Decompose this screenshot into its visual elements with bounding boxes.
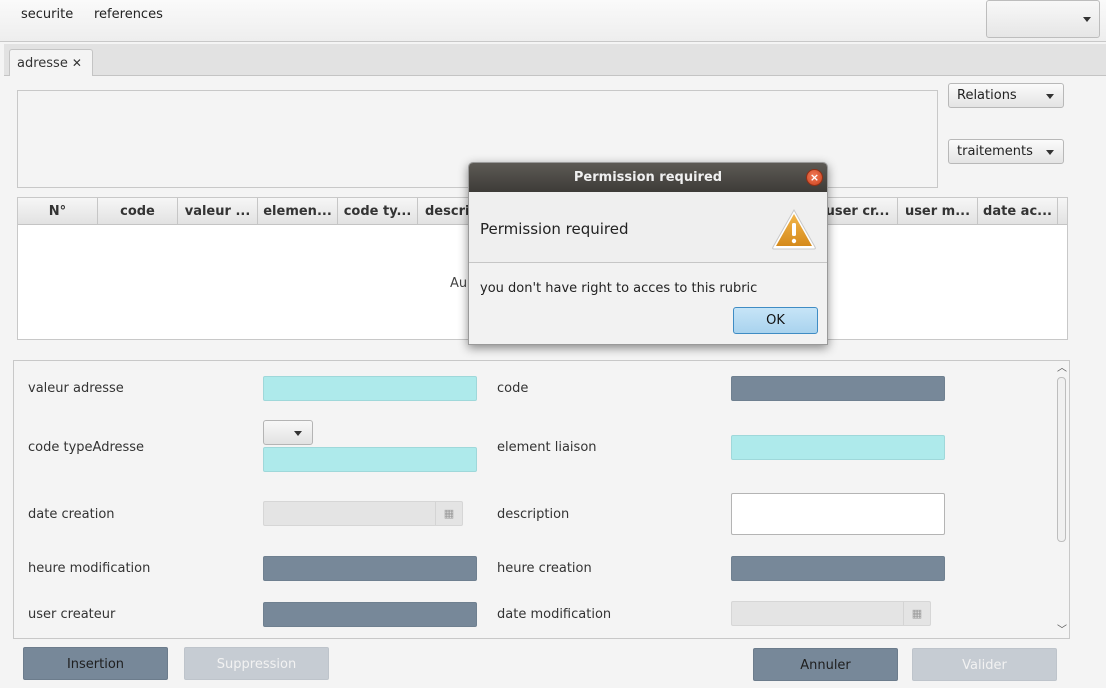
- menu-bar: securite references: [0, 0, 1106, 42]
- heure-creation-field[interactable]: [731, 556, 945, 581]
- valeur-adresse-label: valeur adresse: [28, 381, 124, 396]
- calendar-icon[interactable]: ▦: [435, 502, 462, 525]
- dialog-title-bar: Permission required ×: [469, 163, 827, 192]
- column-header[interactable]: elemen...: [258, 198, 338, 224]
- date-creation-label: date creation: [28, 507, 115, 522]
- insertion-button[interactable]: Insertion: [23, 647, 168, 680]
- tab-label: adresse: [17, 56, 68, 71]
- form-scrollbar[interactable]: ︿ ﹀: [1054, 361, 1069, 638]
- element-liaison-field[interactable]: [731, 435, 945, 460]
- ok-button[interactable]: OK: [733, 307, 818, 334]
- column-header[interactable]: code: [98, 198, 178, 224]
- column-header[interactable]: user m...: [898, 198, 978, 224]
- permission-dialog: Permission required × Permission require…: [468, 162, 828, 345]
- user-createur-label: user createur: [28, 607, 116, 622]
- chevron-down-icon: [1046, 150, 1054, 155]
- chevron-down-icon: [294, 431, 302, 436]
- column-header[interactable]: user cr...: [818, 198, 898, 224]
- menu-references[interactable]: references: [94, 7, 163, 22]
- element-liaison-label: element liaison: [497, 440, 597, 455]
- code-type-adresse-label: code typeAdresse: [28, 440, 145, 455]
- dialog-title: Permission required: [573, 170, 723, 185]
- code-field[interactable]: [731, 376, 945, 401]
- chevron-down-icon: [1083, 17, 1091, 22]
- dialog-header: Permission required: [469, 192, 827, 263]
- scrollbar-thumb[interactable]: [1057, 377, 1066, 542]
- detail-form: valeur adresse code code typeAdresse ele…: [13, 360, 1070, 639]
- calendar-icon[interactable]: ▦: [903, 602, 930, 625]
- valider-button[interactable]: Valider: [912, 648, 1057, 681]
- heure-creation-label: heure creation: [497, 561, 592, 576]
- dialog-heading: Permission required: [480, 220, 629, 238]
- valeur-adresse-field[interactable]: [263, 376, 477, 401]
- scroll-down-icon[interactable]: ﹀: [1057, 626, 1067, 636]
- column-header[interactable]: valeur ...: [178, 198, 258, 224]
- relations-menu-button[interactable]: Relations: [948, 83, 1064, 108]
- traitements-menu-button[interactable]: traitements: [948, 139, 1064, 164]
- dialog-message: you don't have right to acces to this ru…: [480, 281, 758, 296]
- code-type-adresse-field[interactable]: [263, 447, 477, 472]
- chevron-down-icon: [1046, 94, 1054, 99]
- user-createur-field[interactable]: [263, 602, 477, 627]
- column-header[interactable]: code ty...: [338, 198, 418, 224]
- heure-modification-field[interactable]: [263, 556, 477, 581]
- code-label: code: [497, 381, 529, 396]
- traitements-label: traitements: [957, 144, 1033, 159]
- suppression-button[interactable]: Suppression: [184, 647, 329, 680]
- date-creation-picker[interactable]: ▦: [263, 501, 463, 526]
- warning-icon: [772, 208, 816, 250]
- description-label: description: [497, 507, 570, 522]
- annuler-button[interactable]: Annuler: [753, 648, 898, 681]
- description-field[interactable]: [731, 493, 945, 535]
- date-modification-label: date modification: [497, 607, 612, 622]
- column-header[interactable]: date ac...: [978, 198, 1058, 224]
- close-icon[interactable]: ✕: [72, 56, 82, 70]
- tab-adresse[interactable]: adresse ✕: [9, 49, 93, 76]
- date-modification-picker[interactable]: ▦: [731, 601, 931, 626]
- menu-securite[interactable]: securite: [21, 7, 73, 22]
- close-icon[interactable]: ×: [806, 169, 823, 186]
- table-empty-placeholder: Au: [450, 276, 468, 291]
- column-header[interactable]: N°: [18, 198, 98, 224]
- code-type-adresse-combo[interactable]: [263, 420, 313, 445]
- top-right-combo[interactable]: [986, 0, 1100, 38]
- scroll-up-icon[interactable]: ︿: [1057, 364, 1067, 374]
- tab-bar: adresse ✕: [4, 44, 1106, 76]
- relations-label: Relations: [957, 88, 1017, 103]
- heure-modification-label: heure modification: [28, 561, 151, 576]
